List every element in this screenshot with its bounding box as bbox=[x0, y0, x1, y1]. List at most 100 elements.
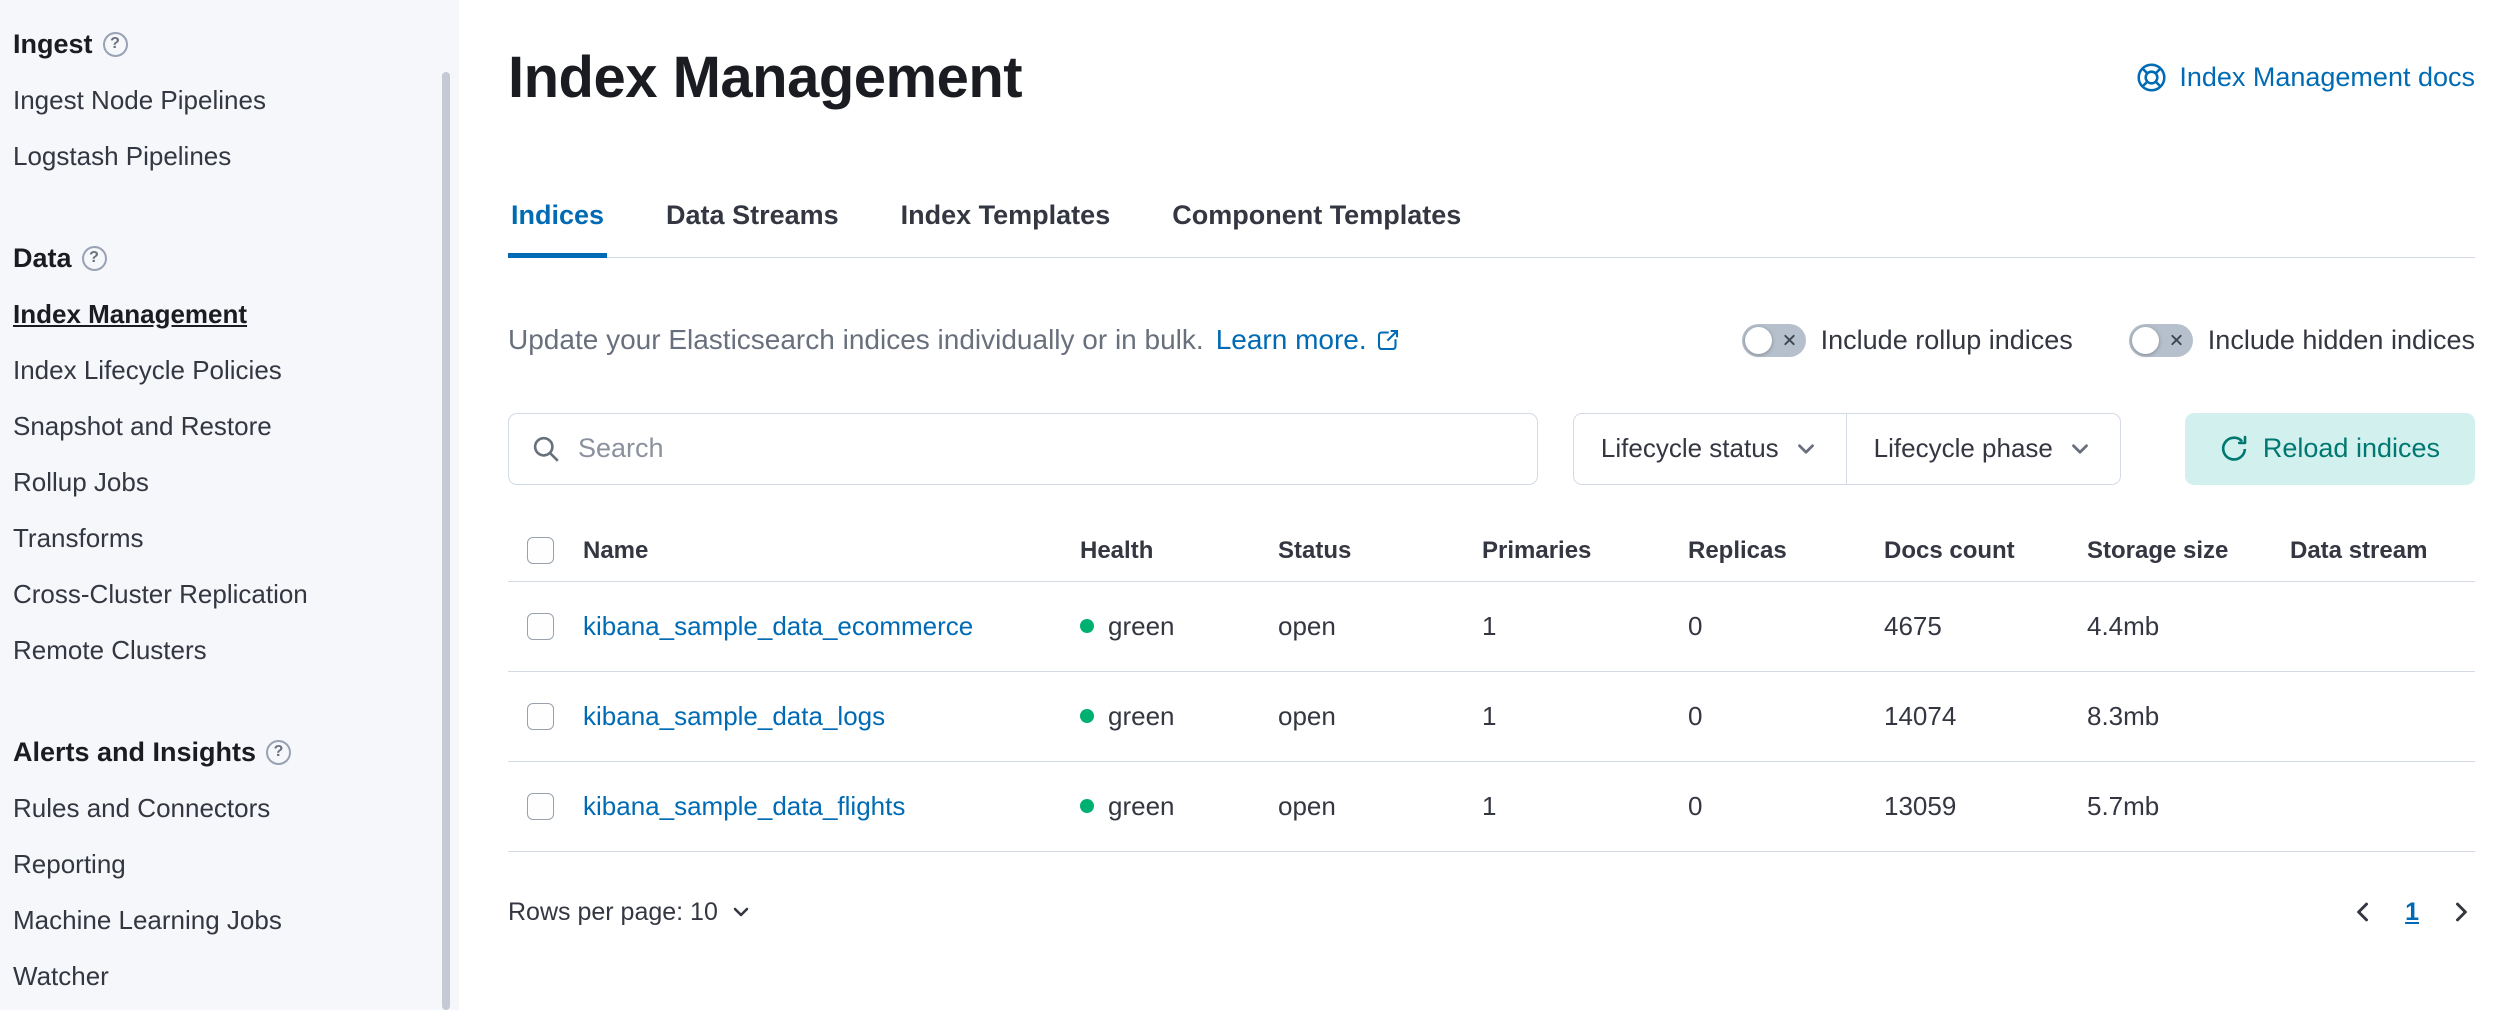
search-input[interactable] bbox=[578, 433, 1515, 464]
health-label: green bbox=[1108, 611, 1175, 642]
chevron-down-icon bbox=[729, 900, 753, 924]
filter-label: Lifecycle phase bbox=[1874, 433, 2053, 464]
sidebar-section-data: Data ? Index Management Index Lifecycle … bbox=[13, 230, 429, 678]
replicas-cell: 0 bbox=[1688, 671, 1884, 761]
sidebar-item-logstash-pipelines[interactable]: Logstash Pipelines bbox=[13, 128, 429, 184]
hidden-toggle-label[interactable]: Include hidden indices bbox=[2208, 325, 2475, 356]
description-text: Update your Elasticsearch indices indivi… bbox=[508, 324, 1204, 356]
indices-table: Name Health Status Primaries Replicas Do… bbox=[508, 523, 2475, 852]
rollup-toggle-item: Include rollup indices bbox=[1742, 324, 2073, 357]
lifecycle-status-filter-button[interactable]: Lifecycle status bbox=[1574, 414, 1846, 484]
rows-per-page-button[interactable]: Rows per page: 10 bbox=[508, 898, 753, 927]
health-cell: green bbox=[1080, 791, 1270, 822]
hidden-toggle-item: Include hidden indices bbox=[2129, 324, 2475, 357]
storage-size-cell: 4.4mb bbox=[2087, 581, 2290, 671]
docs-count-cell: 13059 bbox=[1884, 761, 2087, 851]
sidebar-item-snapshot-and-restore[interactable]: Snapshot and Restore bbox=[13, 398, 429, 454]
sidebar-section-title-ingest: Ingest ? bbox=[13, 16, 429, 72]
page-1-button[interactable]: 1 bbox=[2405, 898, 2419, 927]
row-checkbox[interactable] bbox=[527, 793, 554, 820]
external-link-icon bbox=[1376, 328, 1400, 352]
toggle-group: Include rollup indices Include hidden in… bbox=[1742, 324, 2475, 357]
health-dot-icon bbox=[1080, 619, 1094, 633]
status-cell: open bbox=[1278, 581, 1482, 671]
docs-link[interactable]: Index Management docs bbox=[2136, 62, 2475, 93]
tab-bar: Indices Data Streams Index Templates Com… bbox=[508, 200, 2475, 258]
docs-link-label: Index Management docs bbox=[2179, 62, 2475, 93]
docs-count-cell: 4675 bbox=[1884, 581, 2087, 671]
kibana-index-management-app: Ingest ? Ingest Node Pipelines Logstash … bbox=[0, 0, 2504, 1010]
row-checkbox[interactable] bbox=[527, 703, 554, 730]
health-label: green bbox=[1108, 791, 1175, 822]
column-header-storage-size: Storage size bbox=[2087, 523, 2290, 582]
column-header-status: Status bbox=[1278, 523, 1482, 582]
switch-knob bbox=[2132, 327, 2159, 354]
sidebar-item-index-management[interactable]: Index Management bbox=[13, 286, 429, 342]
sidebar-section-label: Ingest bbox=[13, 29, 93, 60]
sidebar-section-label: Alerts and Insights bbox=[13, 737, 256, 768]
data-stream-cell bbox=[2290, 581, 2475, 671]
table-footer: Rows per page: 10 1 bbox=[508, 898, 2475, 927]
next-page-button[interactable] bbox=[2447, 898, 2475, 926]
sidebar-scrollbar[interactable] bbox=[442, 72, 450, 1010]
sidebar-item-machine-learning-jobs[interactable]: Machine Learning Jobs bbox=[13, 892, 429, 948]
lifecycle-phase-filter-button[interactable]: Lifecycle phase bbox=[1846, 414, 2120, 484]
primaries-cell: 1 bbox=[1482, 671, 1688, 761]
column-header-name: Name bbox=[583, 523, 1080, 582]
select-all-checkbox[interactable] bbox=[527, 537, 554, 564]
table-row: kibana_sample_data_logs green open 1 0 1… bbox=[508, 671, 2475, 761]
question-in-circle-icon[interactable]: ? bbox=[82, 246, 107, 271]
cross-icon bbox=[2169, 333, 2184, 348]
health-cell: green bbox=[1080, 701, 1270, 732]
storage-size-cell: 5.7mb bbox=[2087, 761, 2290, 851]
status-cell: open bbox=[1278, 761, 1482, 851]
reload-indices-button[interactable]: Reload indices bbox=[2185, 413, 2475, 485]
chevron-down-icon bbox=[1793, 436, 1819, 462]
reload-indices-label: Reload indices bbox=[2263, 433, 2440, 464]
include-rollup-switch[interactable] bbox=[1742, 324, 1806, 357]
storage-size-cell: 8.3mb bbox=[2087, 671, 2290, 761]
learn-more-label: Learn more. bbox=[1216, 324, 1367, 356]
page-title: Index Management bbox=[508, 46, 1022, 110]
tab-component-templates[interactable]: Component Templates bbox=[1169, 200, 1464, 257]
rollup-toggle-label[interactable]: Include rollup indices bbox=[1821, 325, 2073, 356]
tab-index-templates[interactable]: Index Templates bbox=[898, 200, 1114, 257]
sidebar-item-index-lifecycle-policies[interactable]: Index Lifecycle Policies bbox=[13, 342, 429, 398]
include-hidden-switch[interactable] bbox=[2129, 324, 2193, 357]
management-sidebar: Ingest ? Ingest Node Pipelines Logstash … bbox=[0, 0, 459, 1010]
index-link[interactable]: kibana_sample_data_logs bbox=[583, 701, 885, 731]
main-content: Index Management Index Management docs I… bbox=[459, 0, 2504, 1010]
status-cell: open bbox=[1278, 671, 1482, 761]
index-link[interactable]: kibana_sample_data_ecommerce bbox=[583, 611, 973, 641]
primaries-cell: 1 bbox=[1482, 761, 1688, 851]
pagination: 1 bbox=[2349, 898, 2475, 927]
search-box bbox=[508, 413, 1538, 485]
rows-per-page-label: Rows per page: 10 bbox=[508, 898, 718, 927]
primaries-cell: 1 bbox=[1482, 581, 1688, 671]
sidebar-item-watcher[interactable]: Watcher bbox=[13, 948, 429, 1004]
sidebar-item-remote-clusters[interactable]: Remote Clusters bbox=[13, 622, 429, 678]
previous-page-button[interactable] bbox=[2349, 898, 2377, 926]
question-in-circle-icon[interactable]: ? bbox=[103, 32, 128, 57]
sidebar-item-cross-cluster-replication[interactable]: Cross-Cluster Replication bbox=[13, 566, 429, 622]
health-label: green bbox=[1108, 701, 1175, 732]
row-checkbox[interactable] bbox=[527, 613, 554, 640]
sidebar-item-rollup-jobs[interactable]: Rollup Jobs bbox=[13, 454, 429, 510]
sidebar-section-label: Data bbox=[13, 243, 72, 274]
tab-data-streams[interactable]: Data Streams bbox=[663, 200, 842, 257]
filter-label: Lifecycle status bbox=[1601, 433, 1779, 464]
sidebar-item-reporting[interactable]: Reporting bbox=[13, 836, 429, 892]
sidebar-item-transforms[interactable]: Transforms bbox=[13, 510, 429, 566]
sidebar-section-title-alerts: Alerts and Insights ? bbox=[13, 724, 429, 780]
filter-group: Lifecycle status Lifecycle phase bbox=[1573, 413, 2121, 485]
life-ring-icon bbox=[2136, 62, 2167, 93]
question-in-circle-icon[interactable]: ? bbox=[266, 740, 291, 765]
docs-count-cell: 14074 bbox=[1884, 671, 2087, 761]
refresh-icon bbox=[2220, 435, 2248, 463]
description-row: Update your Elasticsearch indices indivi… bbox=[508, 324, 2475, 357]
sidebar-item-ingest-node-pipelines[interactable]: Ingest Node Pipelines bbox=[13, 72, 429, 128]
learn-more-link[interactable]: Learn more. bbox=[1216, 324, 1400, 356]
index-link[interactable]: kibana_sample_data_flights bbox=[583, 791, 905, 821]
tab-indices[interactable]: Indices bbox=[508, 200, 607, 257]
sidebar-item-rules-and-connectors[interactable]: Rules and Connectors bbox=[13, 780, 429, 836]
